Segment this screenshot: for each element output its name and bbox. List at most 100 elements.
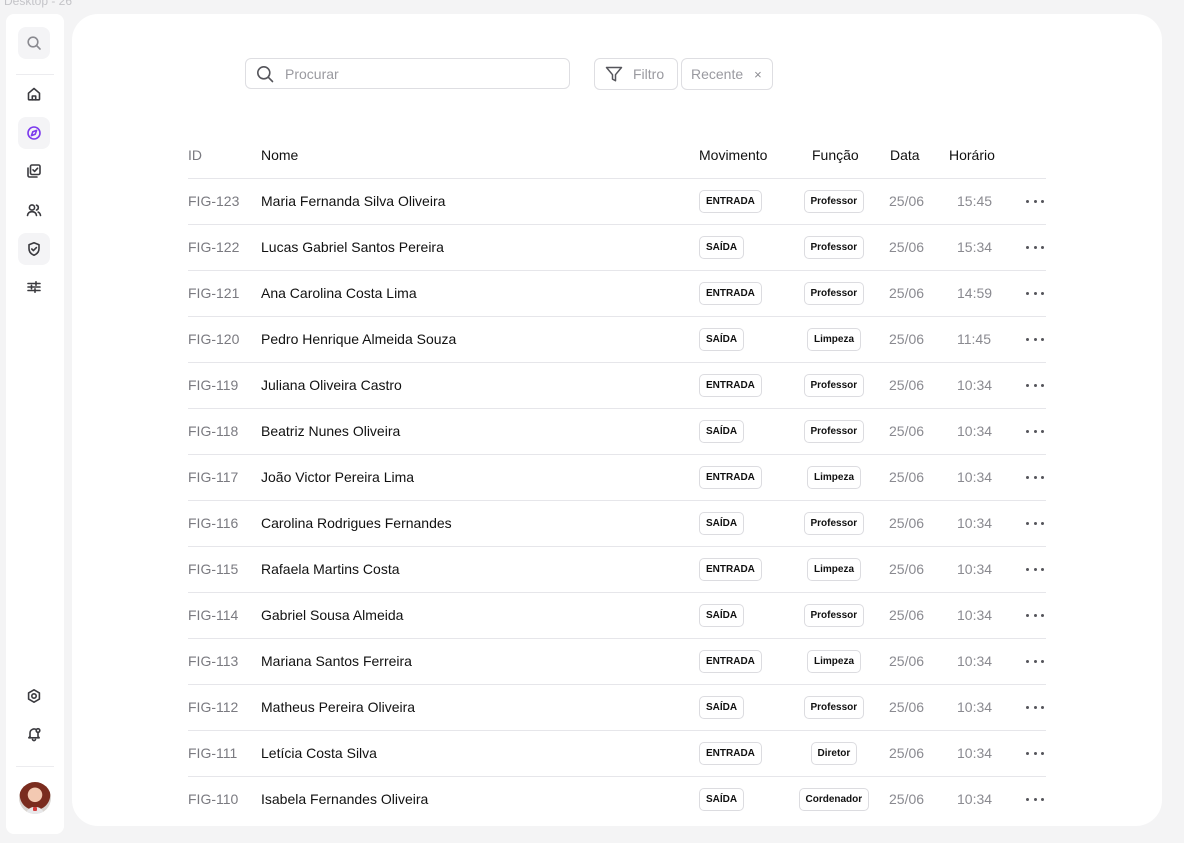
row-time: 10:34 xyxy=(957,377,993,393)
sidebar-item-notifications[interactable] xyxy=(18,718,50,750)
row-name: Beatriz Nunes Oliveira xyxy=(261,423,401,439)
movement-badge: ENTRADA xyxy=(699,190,762,213)
movements-table: ID Nome Movimento Função Data Horário FI… xyxy=(188,138,1046,822)
sidebar xyxy=(6,14,64,834)
movement-badge: ENTRADA xyxy=(699,558,762,581)
row-date: 25/06 xyxy=(889,193,925,209)
sliders-icon xyxy=(27,280,41,293)
table-row[interactable]: FIG-115 Rafaela Martins Costa ENTRADA Limpe… xyxy=(188,547,1046,593)
header-movement[interactable]: Movimento xyxy=(699,147,767,163)
row-id: FIG-119 xyxy=(188,377,239,393)
row-name: Lucas Gabriel Santos Pereira xyxy=(261,239,444,255)
table-row[interactable]: FIG-117 João Victor Pereira Lima ENTRADA Li… xyxy=(188,455,1046,501)
sidebar-item-tasks[interactable] xyxy=(18,155,50,187)
more-horizontal-icon[interactable] xyxy=(1026,378,1044,392)
movement-badge: SAÍDA xyxy=(699,328,745,351)
row-id: FIG-115 xyxy=(188,561,239,577)
row-id: FIG-114 xyxy=(188,607,239,623)
users-icon xyxy=(26,204,42,217)
more-horizontal-icon[interactable] xyxy=(1026,332,1044,346)
recent-label: Recente xyxy=(691,66,744,82)
row-id: FIG-117 xyxy=(188,469,239,485)
movement-badge: ENTRADA xyxy=(699,374,762,397)
more-horizontal-icon[interactable] xyxy=(1026,700,1044,714)
avatar[interactable] xyxy=(19,782,51,814)
filter-button[interactable]: Filtro xyxy=(594,58,678,90)
row-time: 14:59 xyxy=(957,285,993,301)
header-id[interactable]: ID xyxy=(188,147,202,163)
sidebar-item-security[interactable] xyxy=(18,233,50,265)
sidebar-item-adjustments[interactable] xyxy=(18,271,50,303)
row-name: Isabela Fernandes Oliveira xyxy=(261,791,429,807)
more-horizontal-icon[interactable] xyxy=(1026,424,1044,438)
header-date[interactable]: Data xyxy=(890,147,920,163)
row-name: Gabriel Sousa Almeida xyxy=(261,607,404,623)
header-role[interactable]: Função xyxy=(812,147,859,163)
recent-filter-chip[interactable]: Recente × xyxy=(681,58,773,90)
search-icon xyxy=(27,36,41,50)
table-row[interactable]: FIG-114 Gabriel Sousa Almeida SAÍDA Profess… xyxy=(188,593,1046,639)
filter-icon xyxy=(605,66,623,82)
table-row[interactable]: FIG-119 Juliana Oliveira Castro ENTRADA Pro… xyxy=(188,363,1046,409)
role-badge: Diretor xyxy=(810,742,858,765)
sidebar-item-explore[interactable] xyxy=(18,117,50,149)
row-date: 25/06 xyxy=(889,791,925,807)
row-time: 10:34 xyxy=(957,745,993,761)
row-name: João Victor Pereira Lima xyxy=(261,469,415,485)
table-row[interactable]: FIG-122 Lucas Gabriel Santos Pereira SAÍDA… xyxy=(188,225,1046,271)
search-box[interactable] xyxy=(245,58,570,89)
row-date: 25/06 xyxy=(889,469,925,485)
table-row[interactable]: FIG-120 Pedro Henrique Almeida Souza SAÍDA… xyxy=(188,317,1046,363)
row-name: Ana Carolina Costa Lima xyxy=(261,285,417,301)
frame-label: Desktop - 26 xyxy=(4,0,73,8)
row-id: FIG-122 xyxy=(188,239,240,255)
row-time: 10:34 xyxy=(957,791,993,807)
row-date: 25/06 xyxy=(889,331,925,347)
sidebar-item-home[interactable] xyxy=(18,78,50,110)
row-name: Letícia Costa Silva xyxy=(261,745,377,761)
search-input[interactable] xyxy=(283,64,547,83)
sidebar-divider xyxy=(16,766,54,767)
more-horizontal-icon[interactable] xyxy=(1026,562,1044,576)
row-name: Pedro Henrique Almeida Souza xyxy=(261,331,457,347)
role-badge: Limpeza xyxy=(807,650,862,673)
table-row[interactable]: FIG-116 Carolina Rodrigues Fernandes SAÍDA… xyxy=(188,501,1046,547)
close-icon[interactable]: × xyxy=(754,67,762,82)
more-horizontal-icon[interactable] xyxy=(1026,240,1044,254)
row-name: Maria Fernanda Silva Oliveira xyxy=(261,193,446,209)
row-date: 25/06 xyxy=(889,653,925,669)
sidebar-item-settings[interactable] xyxy=(18,680,50,712)
row-time: 10:34 xyxy=(957,561,993,577)
more-horizontal-icon[interactable] xyxy=(1026,286,1044,300)
main-panel: Filtro Recente × ID Nome Movimento Funçã… xyxy=(72,14,1162,826)
filter-label: Filtro xyxy=(633,66,665,82)
sidebar-search-button[interactable] xyxy=(18,27,50,59)
table-row[interactable]: FIG-123 Maria Fernanda Silva Oliveira ENTR… xyxy=(188,179,1046,225)
table-row[interactable]: FIG-112 Matheus Pereira Oliveira SAÍDA Prof… xyxy=(188,685,1046,731)
movement-badge: SAÍDA xyxy=(699,604,745,627)
more-horizontal-icon[interactable] xyxy=(1026,194,1044,208)
header-name[interactable]: Nome xyxy=(261,147,298,163)
sidebar-item-people[interactable] xyxy=(18,194,50,226)
table-row[interactable]: FIG-121 Ana Carolina Costa Lima ENTRADA Pro… xyxy=(188,271,1046,317)
row-date: 25/06 xyxy=(889,285,925,301)
row-id: FIG-116 xyxy=(188,515,239,531)
row-name: Matheus Pereira Oliveira xyxy=(261,699,416,715)
more-horizontal-icon[interactable] xyxy=(1026,516,1044,530)
table-row[interactable]: FIG-110 Isabela Fernandes Oliveira SAÍDA Co… xyxy=(188,777,1046,822)
more-horizontal-icon[interactable] xyxy=(1026,746,1044,760)
role-badge: Professor xyxy=(803,512,865,535)
table-row[interactable]: FIG-111 Letícia Costa Silva ENTRADA Diretor… xyxy=(188,731,1046,777)
row-time: 15:34 xyxy=(957,239,993,255)
table-row[interactable]: FIG-113 Mariana Santos Ferreira ENTRADA Lim… xyxy=(188,639,1046,685)
movement-badge: ENTRADA xyxy=(699,282,762,305)
table-row[interactable]: FIG-118 Beatriz Nunes Oliveira SAÍDA Profes… xyxy=(188,409,1046,455)
movement-badge: SAÍDA xyxy=(699,512,745,535)
more-horizontal-icon[interactable] xyxy=(1026,470,1044,484)
row-date: 25/06 xyxy=(889,607,925,623)
more-horizontal-icon[interactable] xyxy=(1026,608,1044,622)
more-horizontal-icon[interactable] xyxy=(1026,654,1044,668)
more-horizontal-icon[interactable] xyxy=(1026,792,1044,806)
shield-check-icon xyxy=(28,242,40,256)
header-time[interactable]: Horário xyxy=(949,147,995,163)
